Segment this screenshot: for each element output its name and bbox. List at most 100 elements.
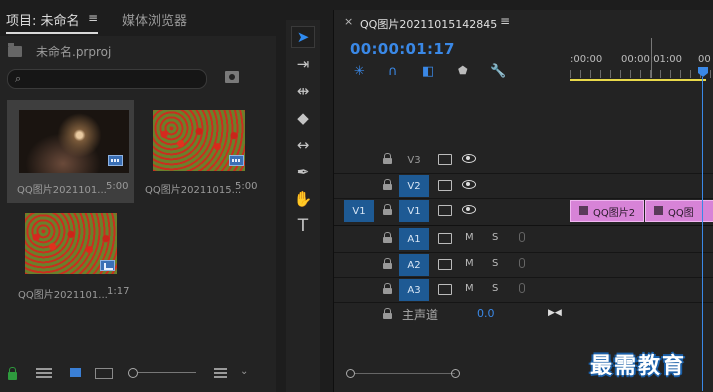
media-item[interactable]: QQ图片2021101... 5:00 — [7, 100, 134, 203]
mute-button[interactable]: M — [465, 283, 474, 294]
media-item-name: QQ图片2021101... — [17, 185, 107, 196]
clip-label: QQ图片2 — [593, 207, 636, 219]
go-to-out-point-icon[interactable]: ▶◀ — [548, 308, 562, 318]
lock-icon[interactable] — [8, 367, 17, 380]
project-panel: 项目: 未命名 ≡ 媒体浏览器 未命名.prproj ⌕ QQ图片2021101… — [0, 0, 276, 392]
timeline-controls: ✳ ∩ ◧ ⬟ 🔧 — [354, 64, 506, 82]
media-item-name: QQ图片2021101... — [18, 290, 108, 301]
work-area-bar[interactable] — [570, 79, 706, 81]
eye-icon[interactable] — [462, 154, 476, 163]
lock-icon[interactable] — [383, 232, 392, 243]
wrench-icon[interactable]: 🔧 — [490, 64, 506, 79]
mic-icon[interactable] — [519, 258, 525, 268]
selection-tool-icon[interactable]: ➤ — [291, 26, 315, 48]
scroll-handle-right[interactable] — [451, 369, 460, 378]
sync-lock-icon[interactable] — [438, 205, 452, 216]
sync-lock-icon[interactable] — [438, 180, 452, 191]
track-target[interactable]: V2 — [399, 175, 429, 197]
tab-media-browser[interactable]: 媒体浏览器 — [122, 10, 187, 29]
lock-icon[interactable] — [383, 258, 392, 269]
mute-button[interactable]: M — [465, 232, 474, 243]
lock-icon[interactable] — [383, 179, 392, 190]
time-ruler[interactable]: :00:00 00:00:01:00 00 — [570, 50, 713, 81]
sort-icon[interactable] — [214, 368, 227, 378]
media-item[interactable]: QQ图片2021101... 1:17 — [7, 205, 134, 308]
watermark: 最需教育 — [590, 354, 687, 379]
sequence-tab-name[interactable]: QQ图片20211015142845 — [360, 16, 497, 32]
mute-button[interactable]: M — [465, 258, 474, 269]
timeline-tab: × QQ图片20211015142845 ≡ — [334, 10, 713, 34]
ruler-label: 00 — [698, 54, 711, 65]
track-select-tool-icon[interactable]: ⇥ — [291, 53, 315, 75]
zoom-slider[interactable] — [128, 368, 198, 378]
mic-icon[interactable] — [519, 283, 525, 293]
snap-icon[interactable]: ∩ — [388, 64, 398, 79]
video-audio-divider — [334, 225, 713, 226]
media-item-duration: 5:00 — [235, 181, 258, 192]
track-target[interactable]: V1 — [399, 200, 429, 222]
timeline-zoom-scrollbar[interactable] — [346, 368, 466, 380]
video-clip-icon — [108, 155, 123, 166]
eye-icon[interactable] — [462, 180, 476, 189]
source-patch[interactable]: V1 — [344, 200, 374, 222]
sync-lock-icon[interactable] — [438, 233, 452, 244]
zoom-slider-track[interactable] — [138, 372, 196, 373]
sync-lock-icon[interactable] — [438, 259, 452, 270]
scroll-handle-left[interactable] — [346, 369, 355, 378]
track-target[interactable]: A1 — [399, 228, 429, 250]
freeform-view-icon[interactable] — [95, 368, 113, 379]
timeline-panel: × QQ图片20211015142845 ≡ 00:00:01:17 ✳ ∩ ◧… — [333, 10, 713, 392]
hover-indicator — [651, 38, 652, 78]
panel-menu-icon[interactable]: ≡ — [88, 11, 98, 25]
type-tool-icon[interactable]: T — [291, 215, 315, 237]
track-target[interactable]: A2 — [399, 254, 429, 276]
icon-view-icon[interactable] — [70, 368, 81, 377]
master-volume-value[interactable]: 0.0 — [477, 307, 495, 320]
sync-lock-icon[interactable] — [438, 154, 452, 165]
scroll-track[interactable] — [355, 373, 455, 374]
lock-icon[interactable] — [383, 153, 392, 164]
close-icon[interactable]: × — [344, 15, 353, 28]
media-item-name: QQ图片20211015... — [145, 185, 242, 196]
eye-icon[interactable] — [462, 205, 476, 214]
fx-icon — [654, 206, 663, 215]
list-view-icon[interactable] — [36, 368, 52, 378]
find-bin-icon[interactable] — [225, 71, 239, 83]
playhead-timecode[interactable]: 00:00:01:17 — [350, 40, 455, 58]
track-target[interactable]: A3 — [399, 279, 429, 301]
ripple-edit-tool-icon[interactable]: ⇹ — [291, 80, 315, 102]
lock-icon[interactable] — [383, 204, 392, 215]
tab-project-label: 项目: 未命名 — [6, 14, 80, 29]
zoom-slider-knob[interactable] — [128, 368, 138, 378]
track-target[interactable]: V3 — [399, 149, 429, 171]
active-tab-underline — [6, 32, 98, 34]
solo-button[interactable]: S — [492, 258, 498, 269]
solo-button[interactable]: S — [492, 283, 498, 294]
hand-tool-icon[interactable]: ✋ — [291, 188, 315, 210]
track-row-a2: A2 M S — [334, 252, 713, 276]
lock-icon[interactable] — [383, 308, 392, 319]
chevron-down-icon[interactable]: ⌄ — [240, 366, 248, 377]
timeline-clip[interactable]: QQ图片2 — [570, 200, 644, 222]
media-item[interactable]: QQ图片20211015... 5:00 — [136, 100, 263, 203]
sequence-icon — [100, 260, 115, 271]
slip-tool-icon[interactable]: ↔ — [291, 134, 315, 156]
playhead-line[interactable] — [702, 77, 703, 391]
fx-icon — [579, 206, 588, 215]
add-marker-icon[interactable]: ⬟ — [458, 64, 468, 77]
lock-icon[interactable] — [383, 283, 392, 294]
razor-tool-icon[interactable]: ◆ — [291, 107, 315, 129]
linked-selection-icon[interactable]: ◧ — [422, 64, 434, 79]
search-input[interactable]: ⌕ — [7, 69, 207, 89]
sync-lock-icon[interactable] — [438, 284, 452, 295]
tab-project[interactable]: 项目: 未命名 ≡ — [6, 10, 98, 34]
pen-tool-icon[interactable]: ✒ — [291, 161, 315, 183]
solo-button[interactable]: S — [492, 232, 498, 243]
nest-icon[interactable]: ✳ — [354, 64, 365, 79]
tab-media-browser-label: 媒体浏览器 — [122, 14, 188, 29]
media-item-duration: 1:17 — [107, 286, 130, 297]
mic-icon[interactable] — [519, 232, 525, 242]
track-row-v2: V2 — [334, 173, 713, 197]
ruler-label: :00:00 — [570, 54, 603, 65]
panel-menu-icon[interactable]: ≡ — [500, 14, 510, 28]
